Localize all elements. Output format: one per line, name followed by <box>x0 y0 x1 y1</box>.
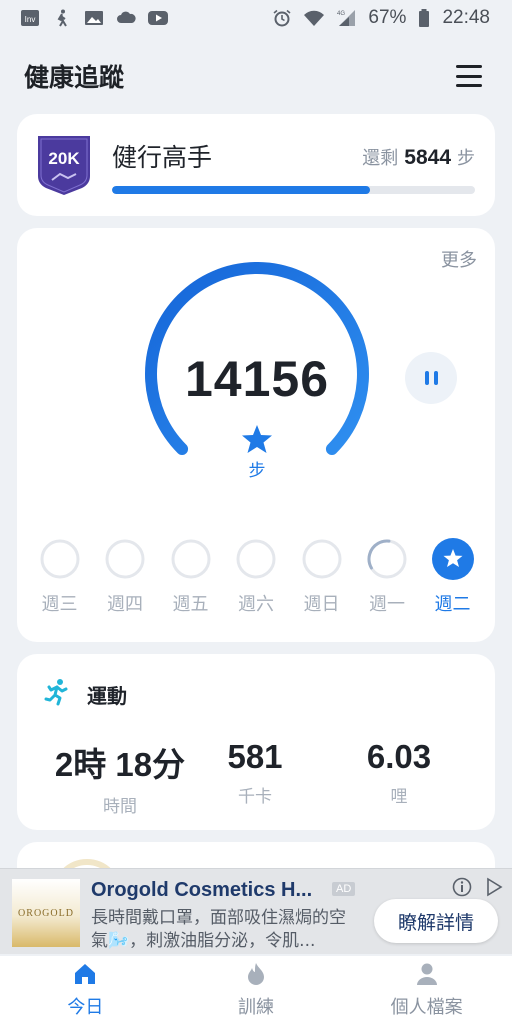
nav-label: 今日 <box>67 997 104 1018</box>
pause-icon <box>424 371 429 385</box>
day-achieved-star-icon <box>431 538 474 580</box>
step-unit: 步 <box>248 461 266 481</box>
svg-text:Inv: Inv <box>25 15 36 24</box>
youtube-icon <box>148 11 168 25</box>
remaining-unit: 步 <box>457 148 475 169</box>
day-progress-ring <box>171 539 210 579</box>
stat-value: 6.03 <box>366 738 432 775</box>
ad-banner[interactable]: OROGOLD Orogold Cosmetics H... AD 長時間戴口罩… <box>0 868 512 954</box>
ad-thumb-logo: OROGOLD <box>18 907 74 919</box>
nav-training[interactable]: 訓練 <box>181 961 331 1019</box>
battery-icon <box>419 9 430 27</box>
page-title: 健康追蹤 <box>24 63 125 92</box>
day-progress-ring <box>302 539 341 579</box>
remaining-prefix: 還剩 <box>362 148 399 169</box>
inv-app-icon: Inv <box>21 10 39 26</box>
walking-icon <box>57 9 67 27</box>
running-icon <box>44 679 68 706</box>
status-right-icons: 4G 67% 22:48 <box>272 7 490 29</box>
week-progress: 週三 週四 週五 週六 週日 週一 週二 <box>27 538 485 616</box>
day-label: 週三 <box>41 594 78 615</box>
day-label: 週日 <box>303 594 340 615</box>
day-item[interactable]: 週日 <box>289 538 354 616</box>
day-progress-ring <box>40 539 79 579</box>
bottom-nav: 今日 訓練 個人檔案 <box>0 956 512 1024</box>
star-icon <box>242 425 272 453</box>
badge-label: 20K <box>48 149 80 168</box>
image-icon <box>85 11 103 25</box>
day-item[interactable]: 週五 <box>158 538 223 616</box>
stat-distance: 6.03 哩 <box>349 738 449 807</box>
ad-title[interactable]: Orogold Cosmetics H... <box>91 879 312 902</box>
nav-today[interactable]: 今日 <box>10 961 160 1019</box>
remaining-value: 5844 <box>404 146 451 169</box>
ad-cta-button[interactable]: 瞭解詳情 <box>374 899 498 943</box>
challenge-title: 健行高手 <box>112 143 213 172</box>
pause-button[interactable] <box>405 352 457 404</box>
exercise-title: 運動 <box>87 684 127 708</box>
challenge-remaining: 還剩 5844 步 <box>362 144 475 170</box>
step-count: 14156 <box>184 351 330 407</box>
stat-label: 千卡 <box>238 787 272 807</box>
nav-profile[interactable]: 個人檔案 <box>352 961 502 1019</box>
flame-icon <box>247 963 264 985</box>
info-icon[interactable] <box>452 877 472 897</box>
clock-time: 22:48 <box>442 7 490 28</box>
steps-card: 更多 14156 步 週三 週四 週五 週六 週日 週一 週二 <box>17 228 495 642</box>
ad-body: 長時間戴口罩，面部吸住濕焗的空氣🌬️，刺激油脂分泌，令肌... <box>91 908 346 951</box>
home-icon <box>75 964 96 984</box>
day-label: 週一 <box>369 594 405 615</box>
stat-label: 哩 <box>390 787 408 807</box>
ad-choices-icon[interactable] <box>484 877 504 897</box>
stat-duration: 2時 18分 時間 <box>35 738 205 817</box>
day-progress-ring <box>105 539 145 579</box>
network-type: 4G <box>337 11 345 17</box>
day-progress-ring <box>367 539 407 579</box>
challenge-progress-bar <box>112 186 475 194</box>
nav-label: 個人檔案 <box>390 997 463 1018</box>
app-header: 健康追蹤 <box>0 48 512 104</box>
day-progress-ring <box>236 539 276 579</box>
day-item[interactable]: 週六 <box>224 538 289 616</box>
battery-percent: 67% <box>368 7 407 28</box>
day-item[interactable]: 週三 <box>27 538 92 616</box>
day-label: 週六 <box>238 594 274 615</box>
day-label: 週二 <box>434 594 471 615</box>
stat-label: 時間 <box>103 797 137 817</box>
challenge-card[interactable]: 20K 健行高手 還剩 5844 步 <box>17 114 495 216</box>
ad-thumbnail[interactable]: OROGOLD <box>12 879 80 947</box>
day-label: 週四 <box>107 594 143 615</box>
exercise-card[interactable]: 運動 2時 18分 時間 581 千卡 6.03 哩 <box>17 654 495 830</box>
stat-value: 2時 18分 <box>54 746 186 783</box>
day-item[interactable]: 週四 <box>93 538 158 616</box>
badge-20k-icon: 20K <box>38 136 90 195</box>
hamburger-menu-icon[interactable] <box>456 65 482 87</box>
day-label: 週五 <box>172 594 209 615</box>
alarm-icon <box>273 9 291 27</box>
wifi-icon <box>304 10 325 26</box>
nav-label: 訓練 <box>237 997 274 1018</box>
stat-value: 581 <box>227 738 283 775</box>
cloud-icon <box>117 11 136 23</box>
day-item[interactable]: 週一 <box>355 538 420 616</box>
more-link[interactable]: 更多 <box>441 246 477 272</box>
status-bar: Inv 4G 67% 22:48 <box>0 0 512 36</box>
signal-icon: 4G <box>337 10 356 26</box>
stat-calories: 581 千卡 <box>205 738 305 807</box>
status-left-icons: Inv <box>20 9 168 27</box>
ad-tag: AD <box>332 882 356 896</box>
day-item[interactable]: 週二 <box>420 538 485 616</box>
person-icon <box>416 963 437 985</box>
challenge-progress-fill <box>112 186 370 194</box>
